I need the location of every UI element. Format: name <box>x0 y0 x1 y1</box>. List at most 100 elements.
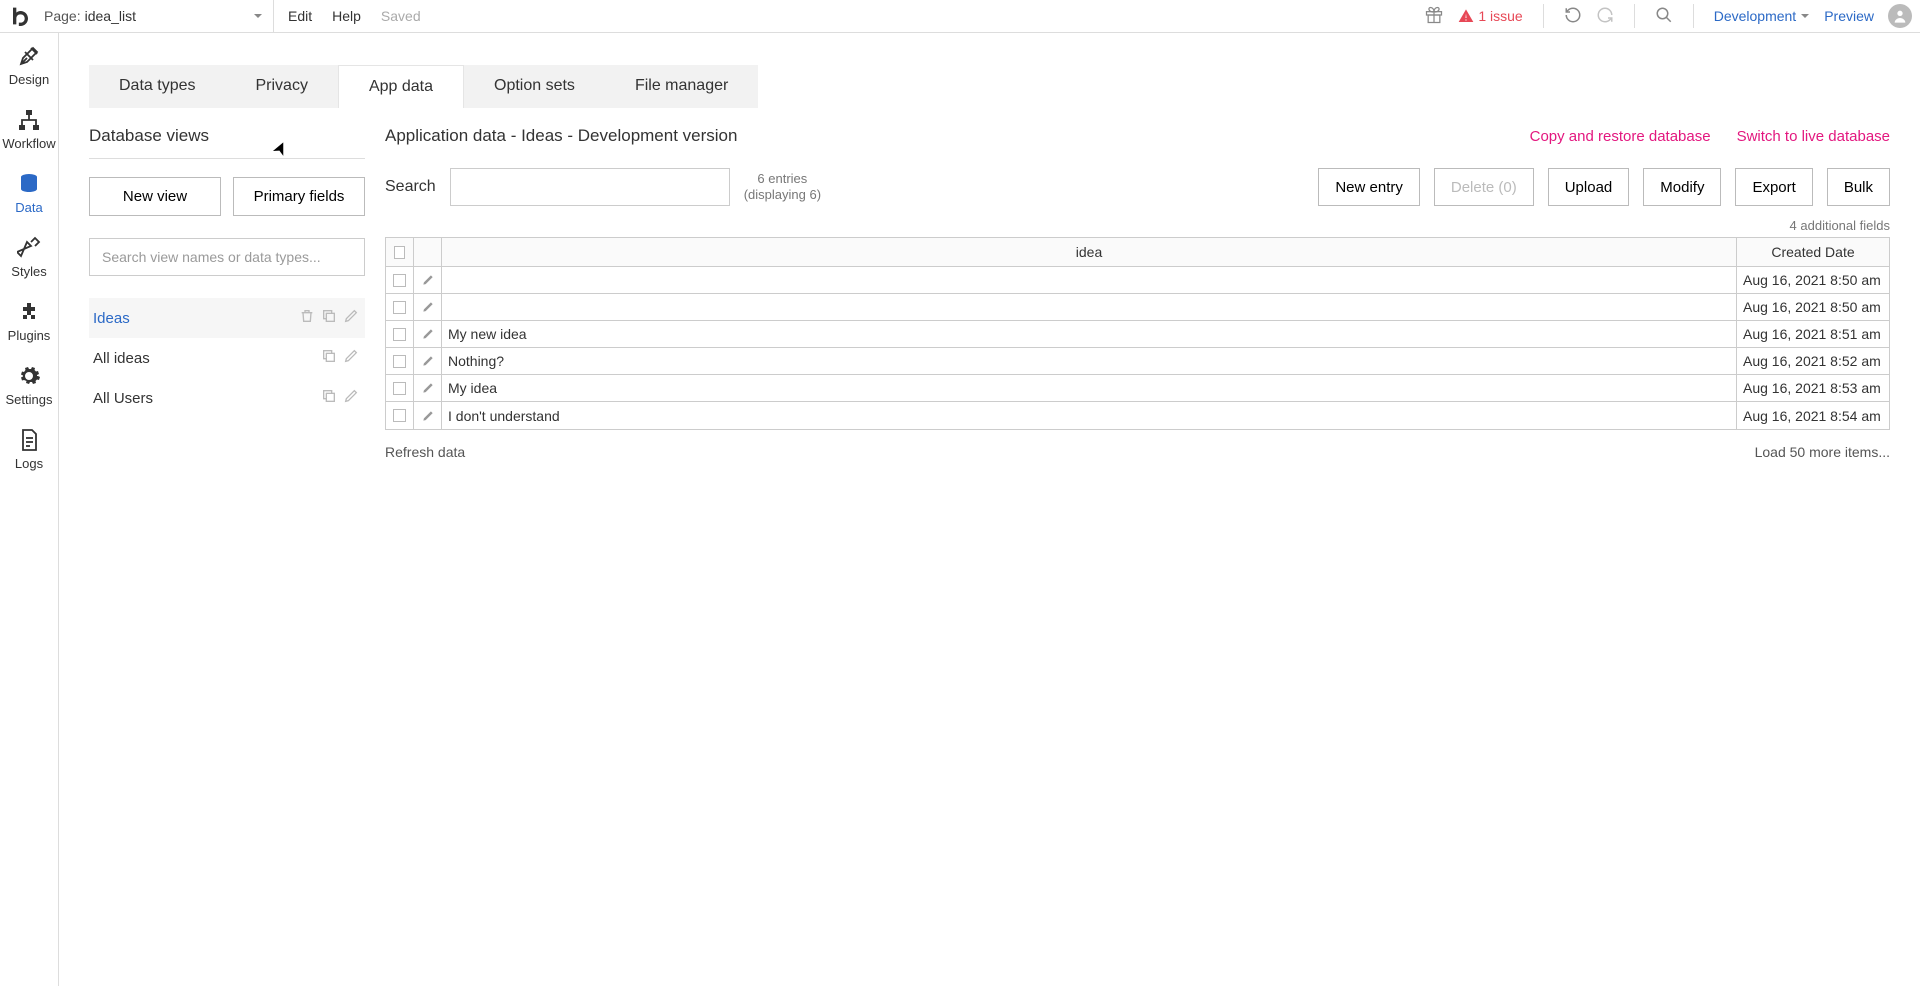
cell-idea[interactable]: My new idea <box>442 321 1737 347</box>
pencil-icon <box>421 327 435 341</box>
cell-idea[interactable]: My idea <box>442 375 1737 401</box>
view-item-label: All Users <box>93 390 153 407</box>
tab-data-types[interactable]: Data types <box>89 65 225 108</box>
upload-button[interactable]: Upload <box>1548 168 1630 206</box>
menu-help[interactable]: Help <box>332 8 361 24</box>
cell-idea[interactable]: I don't understand <box>442 402 1737 429</box>
cell-date: Aug 16, 2021 8:51 am <box>1737 321 1889 347</box>
issues-text: 1 issue <box>1478 8 1522 24</box>
tab-file-manager[interactable]: File manager <box>605 65 758 108</box>
cell-idea[interactable] <box>442 294 1737 320</box>
refresh-data-link[interactable]: Refresh data <box>385 444 465 460</box>
new-view-button[interactable]: New view <box>89 177 221 216</box>
views-buttons: New view Primary fields <box>89 177 365 216</box>
table-row: Aug 16, 2021 8:50 am <box>386 294 1889 321</box>
table-row: Nothing?Aug 16, 2021 8:52 am <box>386 348 1889 375</box>
row-select <box>386 267 414 293</box>
row-edit[interactable] <box>414 402 442 429</box>
undo-icon[interactable] <box>1564 6 1582 27</box>
modify-button[interactable]: Modify <box>1643 168 1721 206</box>
load-more-link[interactable]: Load 50 more items... <box>1755 444 1890 460</box>
separator <box>1693 4 1694 28</box>
gear-icon <box>17 364 41 388</box>
delete-button[interactable]: Delete (0) <box>1434 168 1534 206</box>
tab-app-data[interactable]: App data <box>338 65 464 108</box>
col-edit <box>414 238 442 266</box>
menu-edit[interactable]: Edit <box>288 8 312 24</box>
row-edit[interactable] <box>414 348 442 374</box>
new-entry-button[interactable]: New entry <box>1318 168 1420 206</box>
row-edit[interactable] <box>414 267 442 293</box>
row-edit[interactable] <box>414 294 442 320</box>
copy-icon[interactable] <box>321 348 337 368</box>
export-button[interactable]: Export <box>1735 168 1812 206</box>
nav-workflow[interactable]: Workflow <box>0 97 58 161</box>
additional-fields-label[interactable]: 4 additional fields <box>385 218 1890 233</box>
tab-option-sets[interactable]: Option sets <box>464 65 605 108</box>
row-checkbox[interactable] <box>393 301 406 314</box>
row-checkbox[interactable] <box>393 382 406 395</box>
pencil-icon[interactable] <box>343 348 359 368</box>
nav-settings[interactable]: Settings <box>0 353 58 417</box>
view-item[interactable]: All Users <box>89 378 365 418</box>
nav-styles[interactable]: Styles <box>0 225 58 289</box>
gift-icon[interactable] <box>1424 5 1444 28</box>
views-list: Ideas All ideas All Users <box>89 298 365 418</box>
view-item[interactable]: All ideas <box>89 338 365 378</box>
search-icon[interactable] <box>1655 6 1673 27</box>
tab-privacy[interactable]: Privacy <box>225 65 337 108</box>
entry-count-line2: (displaying 6) <box>744 187 821 203</box>
user-avatar[interactable] <box>1888 4 1912 28</box>
copy-icon[interactable] <box>321 388 337 408</box>
row-checkbox[interactable] <box>393 328 406 341</box>
row-checkbox[interactable] <box>393 355 406 368</box>
preview-button[interactable]: Preview <box>1824 8 1874 24</box>
pencil-icon[interactable] <box>343 388 359 408</box>
data-panel-header: Application data - Ideas - Development v… <box>385 126 1890 146</box>
nav-data[interactable]: Data <box>0 161 58 225</box>
nav-logs-label: Logs <box>15 456 43 471</box>
copy-restore-link[interactable]: Copy and restore database <box>1530 128 1711 145</box>
row-edit[interactable] <box>414 321 442 347</box>
nav-logs[interactable]: Logs <box>0 417 58 481</box>
chevron-down-icon <box>1800 8 1810 24</box>
row-edit[interactable] <box>414 375 442 401</box>
environment-selector[interactable]: Development <box>1714 8 1811 24</box>
primary-fields-button[interactable]: Primary fields <box>233 177 365 216</box>
nav-settings-label: Settings <box>6 392 53 407</box>
top-menu: Edit Help Saved <box>274 8 421 24</box>
nav-plugins[interactable]: Plugins <box>0 289 58 353</box>
main-columns: Database views New view Primary fields I… <box>89 126 1890 482</box>
cell-date: Aug 16, 2021 8:50 am <box>1737 294 1889 320</box>
warning-icon <box>1458 8 1474 24</box>
cell-idea[interactable] <box>442 267 1737 293</box>
view-item[interactable]: Ideas <box>89 298 365 338</box>
row-select <box>386 294 414 320</box>
row-select <box>386 402 414 429</box>
search-views-input[interactable] <box>89 238 365 276</box>
nav-design-label: Design <box>9 72 49 87</box>
data-controls: Search 6 entries (displaying 6) New entr… <box>385 168 1890 206</box>
bulk-button[interactable]: Bulk <box>1827 168 1890 206</box>
select-all-checkbox[interactable] <box>394 246 405 259</box>
page-selector[interactable]: Page: idea_list <box>34 0 274 33</box>
pencil-icon[interactable] <box>343 308 359 328</box>
cell-date: Aug 16, 2021 8:50 am <box>1737 267 1889 293</box>
row-checkbox[interactable] <box>393 274 406 287</box>
redo-icon[interactable] <box>1596 6 1614 27</box>
copy-icon[interactable] <box>321 308 337 328</box>
issues-indicator[interactable]: 1 issue <box>1458 8 1522 24</box>
search-data-input[interactable] <box>450 168 730 206</box>
row-select <box>386 348 414 374</box>
table-body: Aug 16, 2021 8:50 amAug 16, 2021 8:50 am… <box>386 267 1889 429</box>
pencil-icon <box>421 273 435 287</box>
switch-live-link[interactable]: Switch to live database <box>1737 128 1890 145</box>
cell-idea[interactable]: Nothing? <box>442 348 1737 374</box>
row-checkbox[interactable] <box>393 409 406 422</box>
table-row: My new ideaAug 16, 2021 8:51 am <box>386 321 1889 348</box>
views-heading: Database views <box>89 126 365 159</box>
nav-design[interactable]: Design <box>0 33 58 97</box>
data-panel-title: Application data - Ideas - Development v… <box>385 126 737 146</box>
trash-icon[interactable] <box>299 308 315 328</box>
view-item-label: All ideas <box>93 350 150 367</box>
